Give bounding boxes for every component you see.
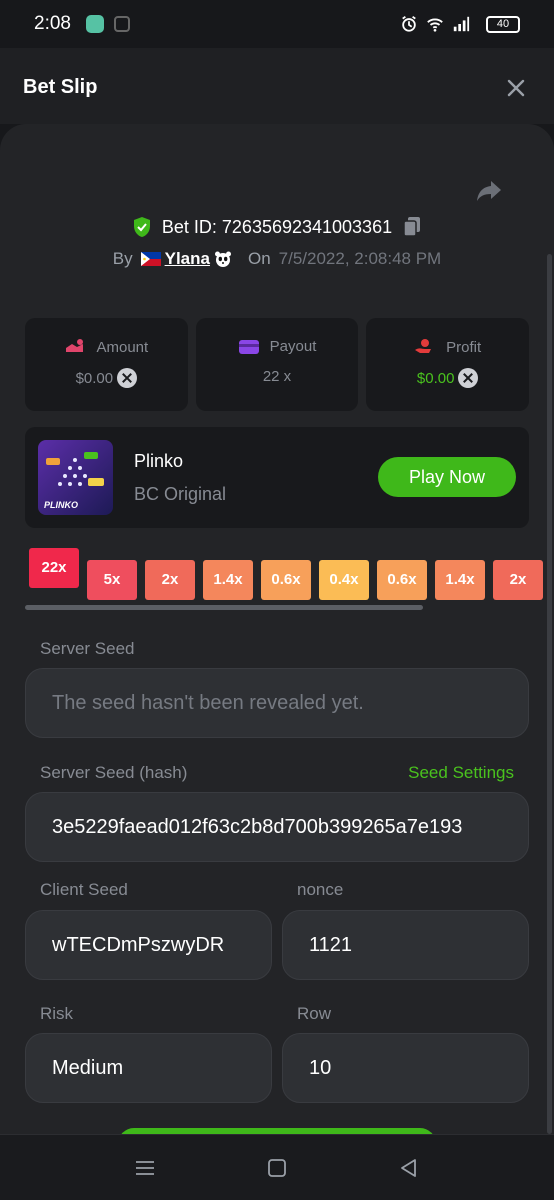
profit-value: $0.00 [416, 369, 455, 387]
risk-label: Risk [40, 1004, 74, 1023]
verified-shield-icon [133, 217, 150, 237]
game-card: PLINKO Plinko BC Original Play Now [25, 427, 529, 528]
share-icon[interactable] [474, 176, 504, 206]
by-label: By [112, 249, 133, 268]
amount-icon [66, 339, 84, 352]
status-bar: 2:08 40 [0, 0, 554, 48]
payout-card-icon [238, 339, 259, 354]
row-label: Row [297, 1004, 332, 1023]
bet-id-row: Bet ID: 72635692341003361 [0, 216, 554, 238]
currency-coin-icon [458, 368, 479, 388]
server-seed-hash-label: Server Seed (hash) [40, 763, 188, 782]
multiplier-chip: 0.6x [377, 560, 427, 600]
multiplier-chip: 22x [29, 548, 79, 588]
page-title: Bet Slip [23, 76, 98, 98]
panda-icon [214, 251, 231, 267]
home-icon[interactable] [266, 1157, 288, 1179]
close-icon[interactable] [506, 78, 526, 98]
play-now-button[interactable]: Play Now [378, 457, 516, 497]
profit-label: Profit [446, 338, 482, 356]
philippines-flag-icon [140, 252, 161, 266]
status-time: 2:08 [34, 13, 71, 34]
client-seed-field[interactable]: wTECDmPszwyDR [25, 910, 272, 980]
back-icon[interactable] [398, 1157, 420, 1179]
bet-slip-sheet: Bet ID: 72635692341003361 By Ylana On 7/… [0, 124, 554, 1134]
amount-value: $0.00 [75, 369, 114, 387]
seed-settings-link[interactable]: Seed Settings [408, 763, 514, 783]
server-seed-field[interactable]: The seed hasn't been revealed yet. [25, 668, 529, 738]
nonce-field[interactable]: 1121 [282, 910, 529, 980]
payout-card: Payout 22 x [195, 318, 359, 411]
multiplier-chip: 5x [87, 560, 137, 600]
multiplier-chip: 2x [145, 560, 195, 600]
menu-icon[interactable] [134, 1157, 156, 1179]
client-seed-label: Client Seed [40, 880, 128, 899]
alarm-icon [402, 16, 416, 32]
plinko-thumbnail[interactable]: PLINKO [38, 440, 113, 515]
amount-label: Amount [96, 338, 149, 356]
username[interactable]: Ylana [165, 249, 210, 269]
thumbnail-label: PLINKO [44, 500, 79, 510]
battery-icon: 40 [486, 16, 520, 33]
bet-datetime: 7/5/2022, 2:08:48 PM [278, 249, 442, 268]
scrollbar[interactable] [547, 254, 552, 1134]
multiplier-scroll-track[interactable] [25, 605, 423, 610]
server-seed-label: Server Seed [40, 639, 135, 658]
multiplier-chip: 1.4x [435, 560, 485, 600]
bet-stats: Amount $0.00 Payout 22 x Profit $0.00 [25, 318, 530, 411]
on-label: On [247, 249, 271, 268]
nonce-label: nonce [297, 880, 344, 899]
row-field[interactable]: 10 [282, 1033, 529, 1103]
bet-slip-header: Bet Slip [0, 48, 554, 124]
multiplier-chip: 0.6x [261, 560, 311, 600]
amount-card: Amount $0.00 [25, 318, 188, 411]
bet-id: Bet ID: 72635692341003361 [161, 216, 393, 237]
risk-field[interactable]: Medium [25, 1033, 272, 1103]
system-nav-bar [0, 1134, 554, 1200]
user-link[interactable]: Ylana [140, 249, 232, 269]
copy-icon[interactable] [402, 216, 422, 238]
signal-icon [453, 16, 470, 32]
status-icons [400, 15, 470, 33]
multiplier-row: 22x 5x 2x 1.4x 0.6x 0.4x 0.6x 1.4x 2x [29, 548, 554, 608]
app-notification-icon [86, 15, 104, 33]
multiplier-chip: 1.4x [203, 560, 253, 600]
payout-label: Payout [269, 338, 317, 355]
profit-icon [415, 339, 432, 353]
bet-meta-row: By Ylana On 7/5/2022, 2:08:48 PM [0, 249, 554, 269]
multiplier-chip: 2x [493, 560, 543, 600]
profit-card: Profit $0.00 [366, 318, 530, 411]
payout-value: 22 x [262, 368, 292, 385]
currency-coin-icon [117, 368, 138, 388]
wifi-icon [427, 18, 443, 32]
app-notification-icon-2 [114, 16, 130, 32]
server-seed-hash-field[interactable]: 3e5229faead012f63c2b8d700b399265a7e193 [25, 792, 529, 862]
multiplier-chip: 0.4x [319, 560, 369, 600]
game-subtitle: BC Original [134, 484, 227, 504]
game-name: Plinko [134, 451, 184, 471]
